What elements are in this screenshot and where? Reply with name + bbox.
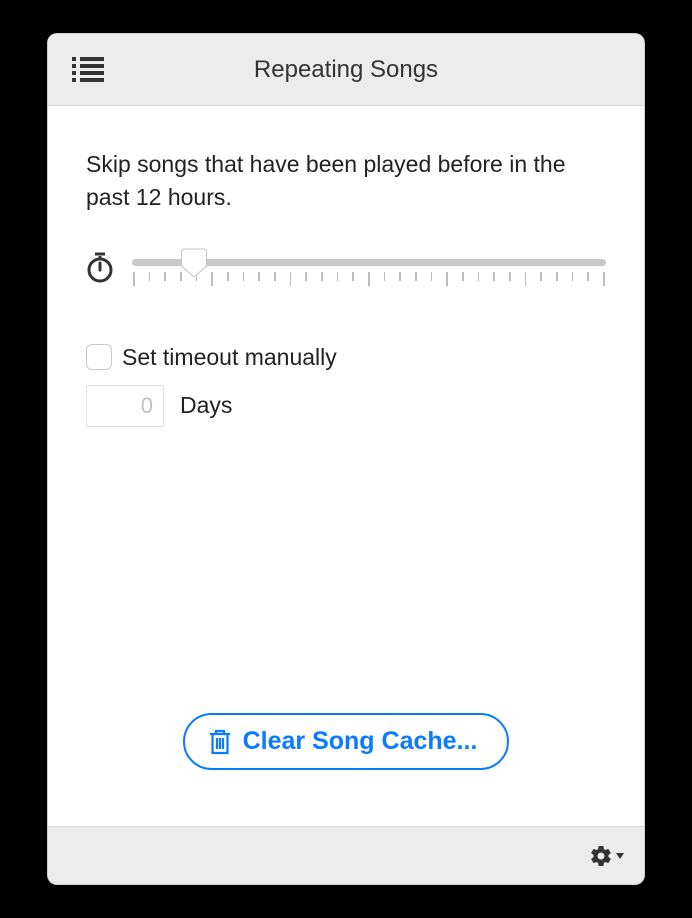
- manual-timeout-checkbox[interactable]: [86, 344, 112, 370]
- manual-timeout-row: Set timeout manually: [86, 344, 606, 371]
- chevron-down-icon: [616, 852, 624, 860]
- slider-tick: [227, 272, 229, 281]
- slider-thumb[interactable]: [180, 248, 207, 278]
- slider-tick: [337, 272, 339, 281]
- timeout-slider-row: [86, 257, 606, 288]
- settings-menu-button[interactable]: [589, 844, 624, 868]
- slider-tick: [164, 272, 166, 281]
- page-title: Repeating Songs: [48, 56, 644, 84]
- slider-tick: [587, 272, 589, 281]
- slider-tick: [540, 272, 542, 281]
- slider-tick: [384, 272, 386, 281]
- slider-tick: [258, 272, 260, 281]
- list-menu-button[interactable]: [68, 50, 108, 90]
- trash-icon: [209, 729, 231, 755]
- content-area: Skip songs that have been played before …: [48, 106, 644, 826]
- header-bar: Repeating Songs: [48, 34, 644, 106]
- stopwatch-icon: [86, 251, 114, 288]
- days-input[interactable]: [86, 385, 164, 427]
- slider-tick: [149, 272, 151, 281]
- slider-tick: [133, 272, 135, 286]
- gear-icon: [589, 844, 613, 868]
- slider-tick: [274, 272, 276, 281]
- days-input-row: Days: [86, 385, 606, 427]
- slider-tick: [211, 272, 213, 286]
- slider-tick: [509, 272, 511, 281]
- slider-tick: [446, 272, 448, 286]
- slider-tick: [290, 272, 292, 286]
- slider-tick: [321, 272, 323, 281]
- slider-tick: [493, 272, 495, 281]
- slider-tick: [603, 272, 605, 286]
- timeout-slider[interactable]: [132, 257, 606, 286]
- clear-button-label: Clear Song Cache...: [243, 727, 478, 756]
- slider-tick: [368, 272, 370, 286]
- description-text: Skip songs that have been played before …: [86, 148, 606, 215]
- days-label: Days: [180, 392, 232, 419]
- slider-tick: [525, 272, 527, 286]
- window: Repeating Songs Skip songs that have bee…: [47, 33, 645, 885]
- slider-tick: [478, 272, 480, 281]
- list-icon: [72, 57, 104, 83]
- slider-tick: [352, 272, 354, 281]
- slider-tick: [243, 272, 245, 281]
- slider-tick: [572, 272, 574, 281]
- slider-tick: [556, 272, 558, 281]
- slider-tick: [305, 272, 307, 281]
- slider-tick: [462, 272, 464, 281]
- clear-button-container: Clear Song Cache...: [48, 713, 644, 770]
- slider-tick: [415, 272, 417, 281]
- slider-tick: [399, 272, 401, 281]
- manual-timeout-label: Set timeout manually: [122, 344, 337, 371]
- clear-song-cache-button[interactable]: Clear Song Cache...: [183, 713, 510, 770]
- slider-tick: [431, 272, 433, 281]
- footer-bar: [48, 826, 644, 884]
